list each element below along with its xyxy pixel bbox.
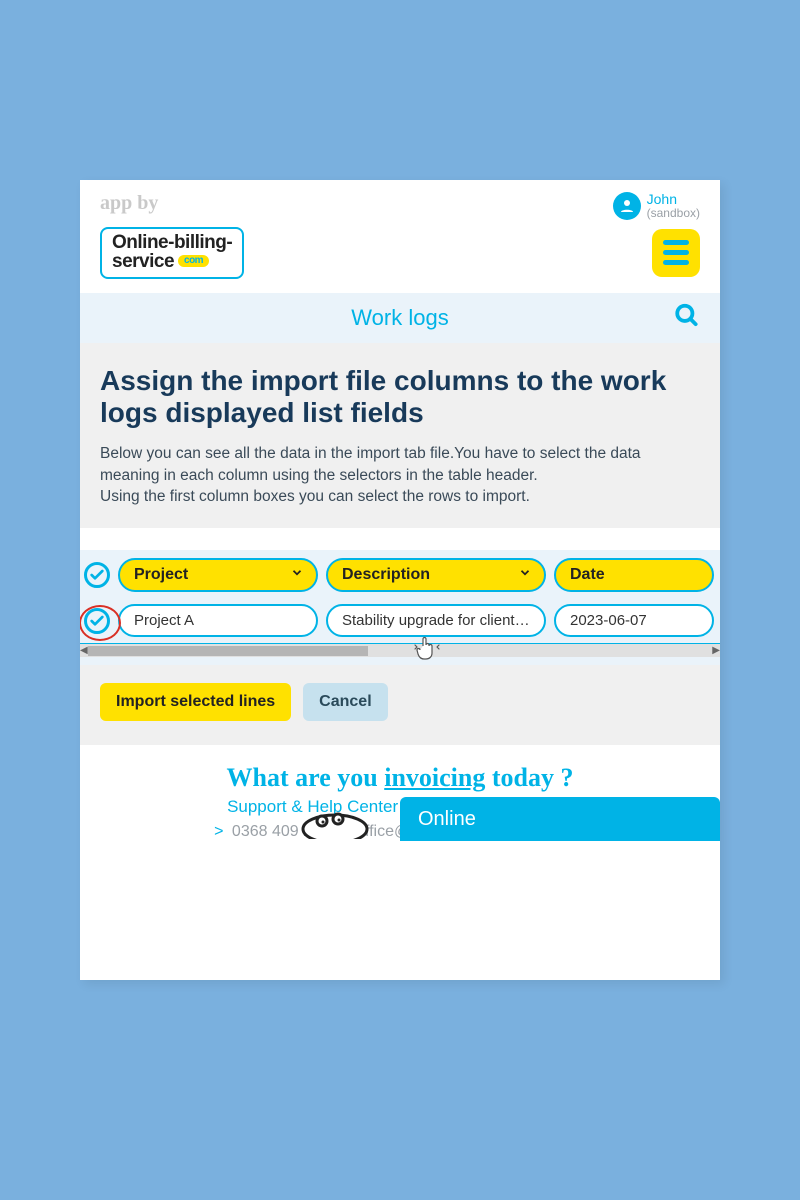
footer: What are you invoicing today ? Support &…: [80, 745, 720, 841]
page-heading: Assign the import file columns to the wo…: [100, 365, 700, 429]
section-header: Work logs: [80, 293, 720, 343]
user-context: (sandbox): [647, 207, 700, 220]
cursor-hand-icon: [414, 633, 440, 665]
hamburger-menu-button[interactable]: [652, 229, 700, 277]
content-area: Assign the import file columns to the wo…: [80, 343, 720, 528]
logo[interactable]: Online-billing- service com: [100, 227, 244, 279]
scroll-left-arrow-icon: ◀: [80, 645, 88, 656]
hamburger-icon: [663, 240, 689, 245]
cell-project: Project A: [118, 604, 318, 637]
scroll-right-arrow-icon: ▶: [712, 645, 720, 656]
user-name: John: [647, 192, 700, 207]
cell-date: 2023-06-07: [554, 604, 714, 637]
logo-com-badge: com: [178, 255, 209, 267]
row-checkbox[interactable]: [84, 608, 110, 634]
scrollbar-thumb[interactable]: [88, 646, 368, 656]
select-all-checkbox[interactable]: [84, 562, 110, 588]
column-select-project[interactable]: Project: [118, 558, 318, 592]
app-window: app by John (sandbox) Online-billing- se…: [80, 180, 720, 980]
avatar: [613, 192, 641, 220]
section-title: Work logs: [351, 305, 448, 331]
import-button[interactable]: Import selected lines: [100, 683, 291, 721]
app-by-label: app by: [100, 192, 158, 215]
mascot-icon: [290, 799, 380, 839]
chevron-down-icon: [518, 566, 532, 585]
action-bar: Import selected lines Cancel: [80, 665, 720, 745]
table-row: Project A Stability upgrade for client I…: [80, 604, 720, 637]
footer-tagline: What are you invoicing today ?: [100, 763, 700, 793]
table-header-row: Project Description Date: [80, 558, 720, 592]
search-icon[interactable]: [674, 302, 700, 333]
logo-text-1: Online-billing-: [112, 233, 232, 252]
cell-description: Stability upgrade for client IT :: [326, 604, 546, 637]
horizontal-scrollbar[interactable]: ◀ ▶: [80, 643, 720, 657]
chevron-down-icon: [290, 566, 304, 585]
column-select-date[interactable]: Date: [554, 558, 714, 592]
import-table: Project Description Date Project A S: [80, 550, 720, 665]
logo-row: Online-billing- service com: [80, 221, 720, 293]
user-menu[interactable]: John (sandbox): [613, 192, 700, 221]
logo-text-2: service: [112, 252, 174, 271]
cancel-button[interactable]: Cancel: [303, 683, 387, 721]
topbar: app by John (sandbox): [80, 180, 720, 221]
page-description: Below you can see all the data in the im…: [100, 443, 700, 508]
column-select-description[interactable]: Description: [326, 558, 546, 592]
chat-status: Online: [418, 808, 476, 831]
chat-widget[interactable]: Online: [400, 797, 720, 841]
